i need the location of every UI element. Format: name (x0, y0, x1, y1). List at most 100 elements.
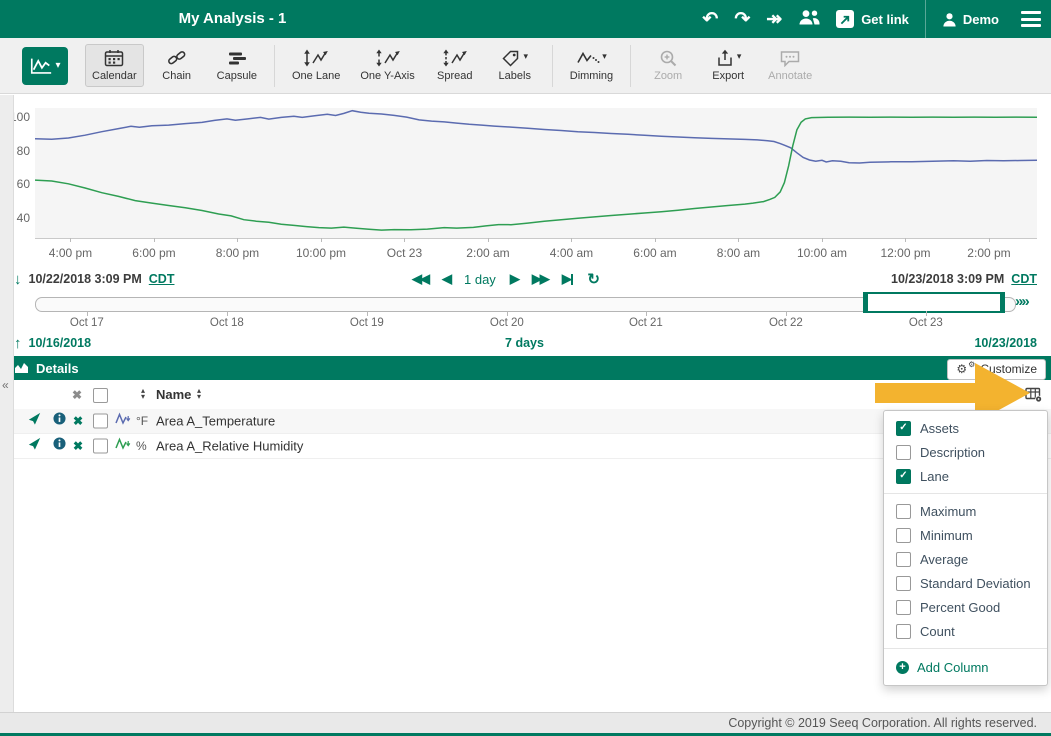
checkbox-icon[interactable] (896, 600, 911, 615)
step-to-end-button[interactable]: ▶ (562, 271, 574, 287)
dropdown-divider (884, 648, 1047, 649)
column-option-average[interactable]: Average (884, 547, 1047, 571)
chart-plot-area[interactable] (35, 108, 1037, 239)
checkbox-icon[interactable] (896, 576, 911, 591)
x-tick-mark (321, 238, 322, 242)
checkbox-icon[interactable] (896, 552, 911, 567)
page-title: My Analysis - 1 (0, 0, 465, 38)
checkbox-icon[interactable] (896, 445, 911, 460)
remove-item-icon[interactable]: ✖ (73, 439, 83, 453)
column-option-standard-deviation[interactable]: Standard Deviation (884, 571, 1047, 595)
checkbox-icon[interactable] (896, 624, 911, 639)
send-item-icon[interactable] (28, 437, 41, 455)
dimming-button[interactable]: ▾ Dimming (563, 44, 620, 87)
collapse-icon: « (2, 378, 9, 392)
trend-view-button[interactable]: ▾ (22, 47, 68, 85)
details-panel: Details ⚙⚙ Customize ✖ ▴▾ Name ▴▾ ✖°FAre… (0, 356, 1051, 712)
sort-icon[interactable]: ▴▾ (197, 388, 201, 400)
one-lane-button[interactable]: One Lane (285, 44, 347, 87)
plus-icon: + (896, 661, 909, 674)
redo-all-icon[interactable]: ↠ (766, 10, 782, 29)
item-unit: % (136, 439, 147, 453)
item-checkbox[interactable] (93, 439, 108, 454)
select-all-checkbox[interactable] (93, 388, 108, 403)
x-tick-mark (154, 238, 155, 242)
column-option-percent-good[interactable]: Percent Good (884, 595, 1047, 619)
export-button[interactable]: ▾ Export (701, 44, 755, 87)
column-option-maximum[interactable]: Maximum (884, 499, 1047, 523)
step-back-many-button[interactable]: ◀◀ (412, 271, 428, 287)
button-label: Calendar (92, 70, 137, 82)
timezone-link[interactable]: CDT (1011, 272, 1037, 286)
user-menu[interactable]: Demo (942, 12, 999, 27)
share-icon (836, 10, 854, 28)
button-label: One Y-Axis (360, 70, 414, 82)
step-forward-button[interactable]: ▶ (510, 271, 518, 287)
move-start-icon[interactable]: ↓ (14, 271, 22, 288)
column-option-assets[interactable]: ✓Assets (884, 416, 1047, 440)
person-icon (942, 12, 957, 27)
button-label: Export (712, 70, 744, 82)
x-tick-mark (70, 238, 71, 242)
labels-button[interactable]: ▾ Labels (488, 44, 542, 87)
checkbox-icon[interactable]: ✓ (896, 421, 911, 436)
x-tick-label: 8:00 am (717, 246, 760, 260)
timeline-selection-window[interactable] (863, 292, 1005, 313)
header-divider (925, 0, 926, 38)
refresh-icon[interactable]: ↻ (587, 270, 600, 288)
column-option-description[interactable]: Description (884, 440, 1047, 464)
column-option-minimum[interactable]: Minimum (884, 523, 1047, 547)
step-forward-many-button[interactable]: ▶▶ (532, 271, 548, 287)
button-label: One Lane (292, 70, 340, 82)
checkbox-icon[interactable] (896, 528, 911, 543)
one-y-axis-button[interactable]: One Y-Axis (353, 44, 421, 87)
timezone-link[interactable]: CDT (149, 272, 175, 286)
remove-all-icon[interactable]: ✖ (72, 388, 82, 402)
area-chart-icon (14, 362, 29, 374)
button-label: Zoom (654, 70, 682, 82)
option-label: Percent Good (920, 600, 1000, 615)
capsule-button[interactable]: Capsule (210, 44, 264, 87)
column-option-count[interactable]: Count (884, 619, 1047, 643)
step-back-button[interactable]: ◀ (442, 271, 450, 287)
collapse-panel-strip[interactable]: « (0, 95, 14, 712)
x-tick-label: 4:00 am (550, 246, 593, 260)
chain-button[interactable]: Chain (150, 44, 204, 87)
checkbox-icon[interactable]: ✓ (896, 469, 911, 484)
users-icon[interactable] (798, 9, 820, 29)
auto-update-icon[interactable]: »» (1015, 293, 1028, 310)
redo-icon[interactable]: ↷ (734, 10, 750, 29)
timeline-tick-mark (227, 311, 228, 316)
toolbar-divider (630, 45, 631, 87)
send-item-icon[interactable] (28, 412, 41, 430)
customize-button[interactable]: ⚙⚙ Customize (947, 359, 1046, 380)
dropdown-divider (884, 493, 1047, 494)
item-info-icon[interactable] (53, 437, 66, 455)
investigate-duration[interactable]: 7 days (35, 331, 1014, 355)
undo-icon[interactable]: ↶ (702, 10, 718, 29)
range-start[interactable]: 10/22/2018 3:09 PM (29, 272, 142, 286)
item-checkbox[interactable] (93, 414, 108, 429)
gear-icon: ⚙ (968, 361, 975, 369)
move-up-icon[interactable]: ↑ (14, 335, 22, 352)
get-link-button[interactable]: Get link (836, 10, 909, 28)
sort-icon[interactable]: ▴▾ (141, 388, 145, 400)
labels-icon: ▾ (501, 49, 528, 67)
range-end[interactable]: 10/23/2018 3:09 PM (891, 272, 1004, 286)
hamburger-menu-icon[interactable] (1021, 11, 1041, 27)
item-name[interactable]: Area A_Relative Humidity (156, 439, 303, 454)
top-header: My Analysis - 1 ↶ ↷ ↠ Get link Demo (0, 0, 1051, 38)
item-info-icon[interactable] (53, 412, 66, 430)
column-option-lane[interactable]: ✓Lane (884, 464, 1047, 488)
checkbox-icon[interactable] (896, 504, 911, 519)
calendar-button[interactable]: Calendar (85, 44, 144, 87)
duration-button[interactable]: 1 day (464, 272, 496, 287)
name-column-header[interactable]: Name (156, 387, 191, 402)
investigate-end[interactable]: 10/23/2018 (974, 331, 1037, 355)
column-config-icon[interactable] (1025, 387, 1043, 408)
spread-button[interactable]: Spread (428, 44, 482, 87)
timeline-tick-mark (367, 311, 368, 316)
remove-item-icon[interactable]: ✖ (73, 414, 83, 428)
add-column-button[interactable]: + Add Column (884, 654, 1047, 680)
item-name[interactable]: Area A_Temperature (156, 414, 275, 429)
